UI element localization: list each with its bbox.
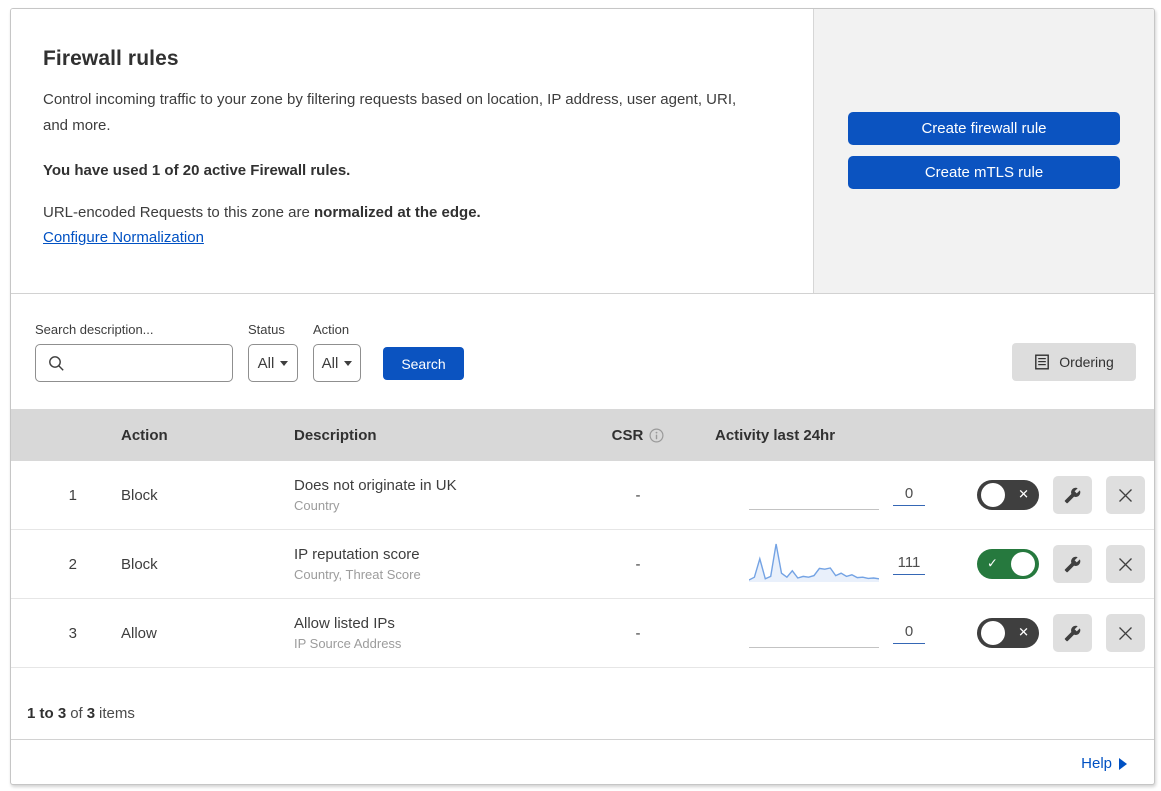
activity-cell: 0 (713, 611, 948, 655)
activity-column-header: Activity last 24hr (715, 426, 836, 444)
activity-cell: 111 (713, 542, 948, 586)
info-icon[interactable] (649, 427, 664, 443)
enable-toggle[interactable] (977, 549, 1039, 579)
search-button[interactable]: Search (383, 347, 464, 380)
chevron-down-icon (280, 360, 289, 366)
table-body: 1 Block Does not originate in UK Country… (11, 461, 1154, 668)
normalization-bold: normalized at the edge. (314, 203, 481, 221)
rule-description: Allow listed IPs (294, 615, 395, 632)
action-column-header: Action (121, 426, 168, 444)
edit-rule-button[interactable] (1053, 476, 1092, 514)
csr-column-header: CSR (563, 427, 713, 444)
rule-description-cell: Does not originate in UK Country (280, 477, 563, 513)
rule-description-cell: IP reputation score Country, Threat Scor… (280, 546, 563, 582)
status-dropdown-value: All (257, 354, 275, 372)
rule-description: Does not originate in UK (294, 477, 457, 494)
activity-sparkline (749, 611, 879, 655)
rule-description-cell: Allow listed IPs IP Source Address (280, 615, 563, 651)
table-row: 3 Allow Allow listed IPs IP Source Addre… (11, 599, 1154, 668)
description-column-header: Description (294, 426, 377, 444)
edit-rule-button[interactable] (1053, 614, 1092, 652)
normalization-prefix: URL-encoded Requests to this zone are (43, 203, 314, 221)
wrench-icon (1064, 556, 1081, 573)
rule-fields: Country (294, 498, 340, 513)
wrench-icon (1064, 487, 1081, 504)
configure-normalization-link[interactable]: Configure Normalization (43, 229, 204, 246)
activity-sparkline (749, 473, 879, 517)
activity-sparkline (749, 542, 879, 586)
enable-toggle[interactable] (977, 480, 1039, 510)
normalization-text: URL-encoded Requests to this zone are no… (43, 204, 773, 221)
rule-action: Block (121, 555, 158, 573)
toggle-knob (1011, 552, 1035, 576)
activity-count-link[interactable]: 0 (893, 485, 925, 506)
toggle-knob (981, 483, 1005, 507)
delete-rule-button[interactable] (1106, 545, 1145, 583)
pagination-summary: 1 to 3 of 3 items (11, 668, 1154, 740)
help-link[interactable]: Help (1081, 755, 1127, 772)
rule-fields: Country, Threat Score (294, 567, 421, 582)
firewall-rules-card: Firewall rules Control incoming traffic … (10, 8, 1155, 785)
rule-description: IP reputation score (294, 546, 420, 563)
help-link-label: Help (1081, 755, 1112, 772)
activity-count-link[interactable]: 111 (893, 554, 925, 575)
edit-rule-button[interactable] (1053, 545, 1092, 583)
create-firewall-rule-button[interactable]: Create firewall rule (848, 112, 1120, 145)
close-icon (1117, 625, 1134, 642)
action-dropdown[interactable]: All (313, 344, 361, 382)
create-mtls-rule-button[interactable]: Create mTLS rule (848, 156, 1120, 189)
activity-cell: 0 (713, 473, 948, 517)
magnifier-icon (48, 355, 65, 372)
table-row: 2 Block IP reputation score Country, Thr… (11, 530, 1154, 599)
csr-header-label: CSR (611, 426, 644, 444)
list-document-icon (1034, 354, 1050, 370)
activity-count-link[interactable]: 0 (893, 623, 925, 644)
table-row: 1 Block Does not originate in UK Country… (11, 461, 1154, 530)
delete-rule-button[interactable] (1106, 476, 1145, 514)
usage-text: You have used 1 of 20 active Firewall ru… (43, 161, 351, 179)
zero-activity-line (749, 647, 879, 648)
close-icon (1117, 556, 1134, 573)
page-description: Control incoming traffic to your zone by… (43, 91, 737, 135)
csr-value: - (635, 486, 641, 504)
csr-value: - (635, 624, 641, 642)
rule-controls (948, 545, 1154, 583)
rule-fields: IP Source Address (294, 636, 402, 651)
filter-bar: Search description... Status All Action … (11, 294, 1154, 409)
chevron-down-icon (344, 360, 353, 366)
range-text: 1 to 3 (27, 705, 67, 722)
total-text: 3 (86, 705, 96, 722)
rule-action: Block (121, 486, 158, 504)
search-input[interactable] (35, 344, 233, 382)
rule-priority: 2 (68, 555, 77, 573)
zero-activity-line (749, 509, 879, 510)
enable-toggle[interactable] (977, 618, 1039, 648)
arrow-right-icon (1119, 757, 1127, 770)
header-text-block: Firewall rules Control incoming traffic … (11, 9, 813, 293)
toggle-knob (981, 621, 1005, 645)
rule-action: Allow (121, 624, 157, 642)
rule-priority: 3 (68, 624, 77, 642)
help-bar: Help (11, 740, 1154, 784)
items-text: items (99, 705, 135, 722)
rule-controls (948, 476, 1154, 514)
rule-priority: 1 (68, 486, 77, 504)
csr-value: - (635, 555, 641, 573)
wrench-icon (1064, 625, 1081, 642)
table-header: Action Description CSR Activity last 24h… (11, 409, 1154, 461)
ordering-button[interactable]: Ordering (1012, 343, 1136, 381)
action-dropdown-value: All (321, 354, 339, 372)
close-icon (1117, 487, 1134, 504)
action-label: Action (313, 322, 350, 337)
of-text: of (70, 705, 83, 722)
delete-rule-button[interactable] (1106, 614, 1145, 652)
status-label: Status (248, 322, 285, 337)
header-section: Firewall rules Control incoming traffic … (11, 9, 1154, 294)
rule-controls (948, 614, 1154, 652)
status-dropdown[interactable]: All (248, 344, 298, 382)
actions-panel: Create firewall rule Create mTLS rule (813, 9, 1154, 293)
search-label: Search description... (35, 322, 154, 337)
page-title: Firewall rules (43, 47, 179, 70)
ordering-button-label: Ordering (1059, 354, 1114, 370)
